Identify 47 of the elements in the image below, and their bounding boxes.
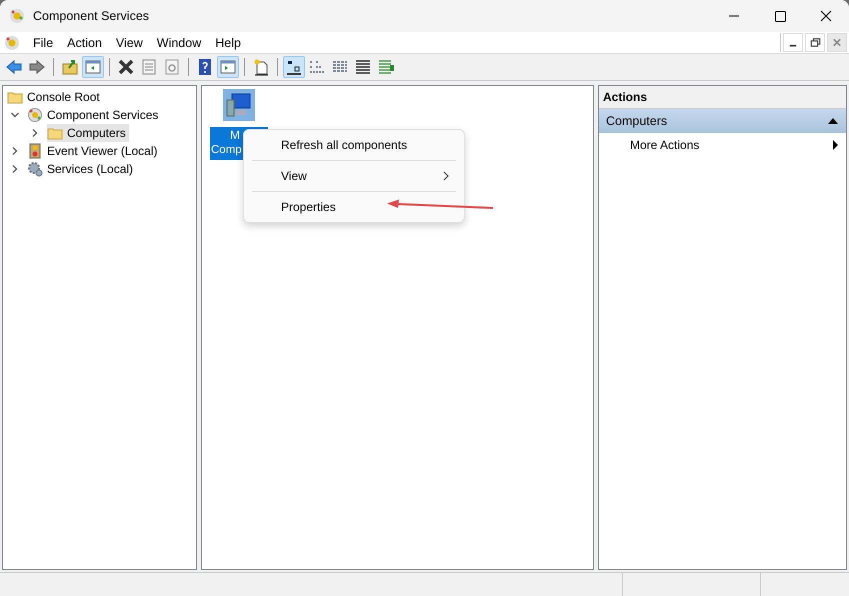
tree-item[interactable]: Services (Local) — [27, 160, 136, 178]
help-icon — [196, 58, 214, 76]
submenu-arrow-icon — [833, 140, 838, 150]
app-icon — [9, 8, 25, 24]
details-icon — [354, 58, 372, 76]
tree-item[interactable]: Computers — [47, 124, 129, 142]
pane-icon — [84, 58, 102, 76]
action-item[interactable]: More Actions — [599, 133, 846, 157]
tree-label[interactable]: Event Viewer (Local) — [47, 144, 158, 158]
chevron-icon — [442, 171, 450, 181]
tree-item[interactable]: Console Root — [7, 88, 103, 106]
tree-label[interactable]: Computers — [67, 126, 126, 140]
component-icon — [27, 107, 43, 123]
forward-arrow-icon — [28, 58, 46, 76]
menu-item[interactable]: Help — [208, 36, 248, 50]
tree-label[interactable]: Console Root — [27, 90, 100, 104]
new-window-icon — [252, 58, 270, 76]
event-log-icon — [27, 143, 43, 159]
actions-header: Actions — [599, 86, 846, 109]
menu-item[interactable]: View — [108, 36, 150, 50]
largeicons-button[interactable] — [283, 56, 305, 78]
tree-label[interactable]: Services (Local) — [47, 162, 134, 176]
computer-icon[interactable] — [223, 89, 255, 121]
tree-label[interactable]: Component Services — [47, 108, 158, 122]
menu-item[interactable]: View — [244, 163, 464, 189]
properties-icon — [140, 58, 158, 76]
large-icons-icon — [285, 58, 303, 76]
tree-item[interactable]: Component Services — [27, 106, 162, 124]
minimize-button[interactable] — [783, 33, 803, 52]
menu-item[interactable]: Window — [150, 36, 208, 50]
back-arrow-icon — [5, 58, 23, 76]
app-icon[interactable] — [4, 34, 20, 50]
export-list-icon — [377, 58, 395, 76]
menu-item[interactable]: Action — [60, 36, 109, 50]
menu-item[interactable]: Properties — [244, 194, 464, 220]
delete-icon — [117, 58, 135, 76]
refresh-icon — [163, 58, 181, 76]
folder-up-icon — [61, 58, 79, 76]
section-header[interactable]: Computers — [599, 109, 846, 133]
pane-icon — [219, 58, 237, 76]
menu-item[interactable]: File — [26, 36, 60, 50]
restore-button[interactable] — [805, 33, 825, 52]
gear-icon — [27, 161, 43, 177]
window-title: Component Services — [33, 9, 150, 23]
tree-item[interactable]: Event Viewer (Local) — [27, 142, 160, 160]
tree-button[interactable] — [82, 56, 104, 78]
actionpane-button[interactable] — [217, 56, 239, 78]
